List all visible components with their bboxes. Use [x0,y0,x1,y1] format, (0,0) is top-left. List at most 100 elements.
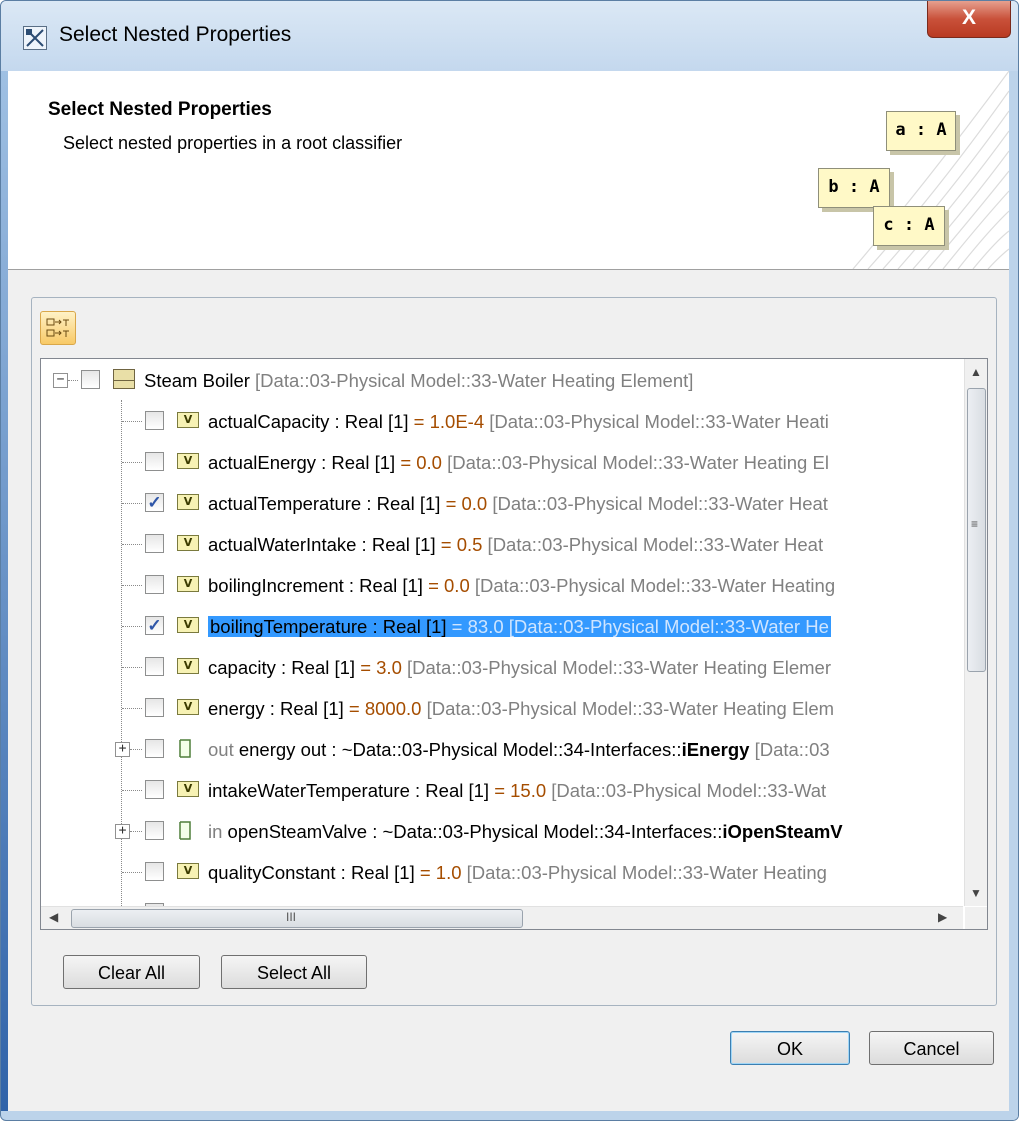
tree-row[interactable]: Venergy : Real [1] = 8000.0 [Data::03-Ph… [41,688,963,729]
grip-icon: III [286,910,297,924]
port-icon [179,821,191,840]
header-title: Select Nested Properties [48,99,272,120]
property-checkbox[interactable] [145,739,164,758]
tree-connector [130,749,142,750]
property-checkbox[interactable] [145,452,164,471]
expand-all-button[interactable] [40,311,76,345]
tree-row[interactable]: ✓ VactualTemperature : Real [1] = 0.0 [Da… [41,483,963,524]
property-name: qualityConstant [208,862,336,883]
value-property-icon: V [177,412,199,428]
scroll-up-icon[interactable]: ▲ [970,365,982,379]
tree-connector [122,790,142,791]
property-name: energy [208,698,265,719]
value-property-icon: V [177,453,199,469]
property-type: : ~Data::03-Physical Model::34-Interface… [367,821,723,842]
property-name: actualEnergy [208,452,316,473]
property-path: out ... Data::03-Physical Model::33-Wate… [208,893,779,906]
property-path: [Data::03-Physical Model::33-Water Heati… [421,698,835,719]
property-checkbox[interactable] [145,411,164,430]
properties-panel: − Steam Boiler [Data::03-Physical Model:… [31,297,997,1006]
property-path: [Data::03-Physical Model::33-Water Heat [487,493,828,514]
tree-connector [122,544,142,545]
property-path: [Data::03-Physical Model::33-Water Heati [484,411,829,432]
scroll-left-icon[interactable]: ◀ [49,910,58,924]
property-checkbox[interactable] [145,780,164,799]
property-checkbox[interactable] [145,862,164,881]
property-checkbox[interactable] [145,575,164,594]
properties-tree[interactable]: − Steam Boiler [Data::03-Physical Model:… [40,358,988,930]
horizontal-scroll-thumb[interactable]: III [71,909,523,928]
property-type: : Real [1] [315,452,401,473]
class-icon [113,369,135,389]
tree-row[interactable]: VactualWaterIntake : Real [1] = 0.5 [Dat… [41,524,963,565]
window-frame-right [1009,71,1018,1120]
port-direction: out [208,739,239,760]
value-property-icon: V [177,863,199,879]
tree-connector [122,626,142,627]
select-all-button[interactable]: Select All [221,955,367,989]
root-name: Steam Boiler [144,370,250,391]
close-button[interactable]: X [927,1,1011,38]
vertical-scrollbar[interactable]: ▲ ≡ ▼ [964,359,987,906]
clear-all-button[interactable]: Clear All [63,955,200,989]
tree-row[interactable]: Vcapacity : Real [1] = 3.0 [Data::03-Phy… [41,647,963,688]
tree-rows: − Steam Boiler [Data::03-Physical Model:… [41,359,963,906]
property-checkbox[interactable] [145,657,164,676]
value-property-icon: V [177,617,199,633]
uml-box-c: c : A [873,206,945,246]
property-name: capacity [208,657,276,678]
property-type: : Real [1] [409,780,495,801]
tree-row[interactable]: + out energy out : ~Data::03-Physical Mod… [41,729,963,770]
property-name: openSteamValve [227,821,368,842]
port-direction: in [208,821,228,842]
scroll-down-icon[interactable]: ▼ [970,886,982,900]
property-checkbox[interactable] [145,534,164,553]
root-checkbox[interactable] [81,370,100,389]
expand-icon[interactable]: + [115,742,130,757]
property-type: : Real [1] [356,534,441,555]
tree-row[interactable]: VactualEnergy : Real [1] = 0.0 [Data::03… [41,442,963,483]
property-name: energy out [238,739,327,760]
cancel-button[interactable]: Cancel [869,1031,994,1065]
property-name: actualCapacity [208,411,330,432]
tree-connector [68,380,78,381]
property-path: [Data::03 [749,739,830,760]
vertical-scroll-thumb[interactable]: ≡ [967,388,986,672]
property-type: : Real [1] [343,575,429,596]
scroll-right-icon[interactable]: ▶ [938,910,947,924]
tree-row[interactable]: VactualCapacity : Real [1] = 1.0E-4 [Dat… [41,401,963,442]
property-type: : Real [1] [275,657,361,678]
horizontal-scrollbar[interactable]: ◀ III ▶ [41,906,963,929]
value-property-icon: V [177,699,199,715]
grip-icon: ≡ [971,517,979,531]
tree-root-row[interactable]: − Steam Boiler [Data::03-Physical Model:… [41,360,963,401]
property-path: [Data::03-Physical Model::33-Water He [503,616,829,637]
selected-highlight: boilingTemperature : Real [1] = 83.0 [Da… [208,616,831,637]
tree-row[interactable]: + in openSteamValve : ~Data::03-Physical … [41,811,963,852]
tree-row-partial[interactable]: out ... Data::03-Physical Model::33-Wate… [41,893,963,906]
property-checkbox[interactable]: ✓ [145,616,164,635]
expand-icon[interactable]: + [115,824,130,839]
property-checkbox[interactable]: ✓ [145,493,164,512]
value-property-icon: V [177,658,199,674]
property-checkbox[interactable] [145,821,164,840]
tree-row[interactable]: VintakeWaterTemperature : Real [1] = 15.… [41,770,963,811]
tree-connector [130,831,142,832]
dialog-client: Select Nested Properties Select nested p… [8,71,1009,1111]
tree-row[interactable]: VboilingIncrement : Real [1] = 0.0 [Data… [41,565,963,606]
tree-connector [122,462,142,463]
property-checkbox[interactable] [145,698,164,717]
ok-button[interactable]: OK [730,1031,850,1065]
title-bar[interactable]: Select Nested Properties X [1,1,1018,71]
tree-row[interactable]: ✓ VboilingTemperature : Real [1] = 83.0 [… [41,606,963,647]
property-name: intakeWaterTemperature [208,780,410,801]
property-type: : Real [1] [264,698,349,719]
property-value: = 0.0 [445,493,488,514]
property-type-name: iEnergy [681,739,750,760]
tree-connector [122,503,142,504]
collapse-icon[interactable]: − [53,373,68,388]
tree-row[interactable]: VqualityConstant : Real [1] = 1.0 [Data:… [41,852,963,893]
property-type: : ~Data::03-Physical Model::34-Interface… [326,739,682,760]
property-type: : Real [1] [335,862,420,883]
property-path: [Data::03-Physical Model::33-Water Heati… [401,657,831,678]
